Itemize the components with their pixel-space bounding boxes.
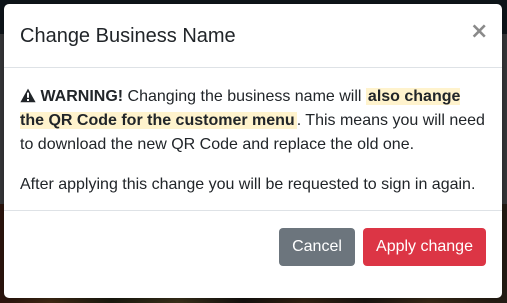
warning-text-start: Changing the business name will — [123, 88, 366, 105]
close-icon[interactable]: × — [470, 20, 488, 44]
warning-label: WARNING! — [40, 88, 124, 105]
info-paragraph: After applying this change you will be r… — [20, 176, 476, 193]
cancel-button[interactable]: Cancel — [279, 228, 355, 266]
modal-body: WARNING! Changing the business name will… — [4, 68, 502, 211]
modal-footer: Cancel Apply change — [4, 211, 502, 298]
warning-paragraph: WARNING! Changing the business name will… — [20, 85, 486, 157]
apply-change-button[interactable]: Apply change — [363, 228, 486, 266]
exclamation-triangle-icon — [20, 88, 36, 103]
modal-title: Change Business Name — [20, 25, 236, 47]
modal-header: Change Business Name × — [4, 4, 502, 68]
change-business-name-modal: Change Business Name × WARNING! Changing… — [4, 4, 502, 298]
page: Change Business Name × WARNING! Changing… — [0, 0, 507, 303]
